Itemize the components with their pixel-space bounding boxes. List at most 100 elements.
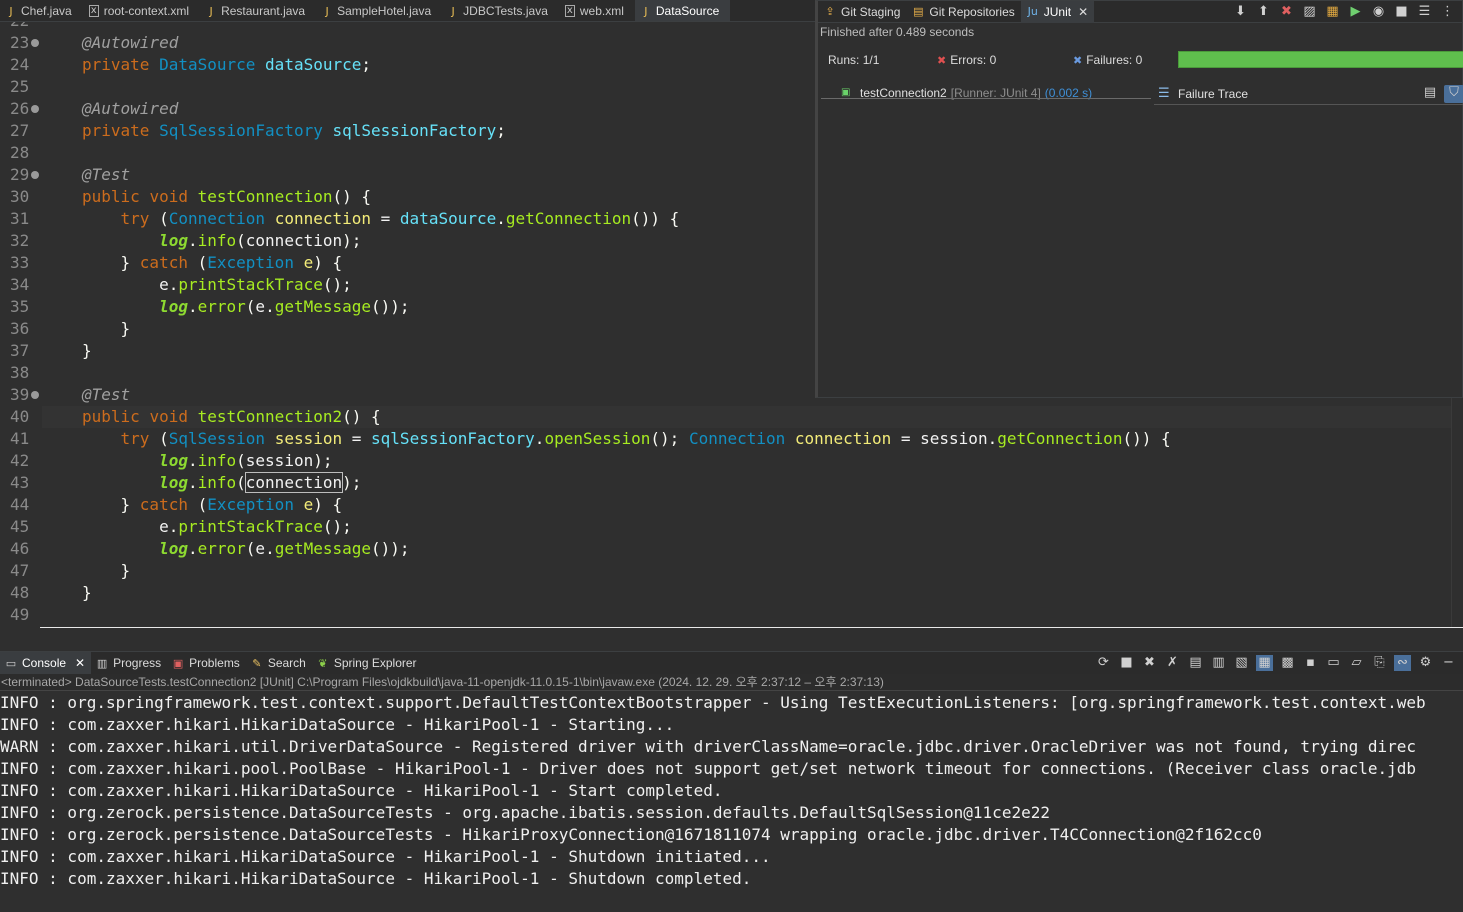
junit-tab[interactable]: ⇪ Git Staging (818, 1, 906, 23)
scroll-lock-icon[interactable]: ▦ (1324, 4, 1341, 20)
show-skipped-icon[interactable]: ▨ (1301, 4, 1318, 20)
clear-console-icon[interactable]: ▤ (1187, 655, 1204, 671)
rerun-test-icon[interactable]: ▶ (1347, 4, 1364, 20)
console-icon: ▭ (5, 656, 17, 670)
minimize-icon[interactable]: − (1440, 655, 1457, 671)
console-tab[interactable]: ✎ Search (246, 652, 312, 674)
code-line[interactable]: } (42, 318, 131, 340)
search-icon: ✎ (252, 656, 262, 670)
settings-icon[interactable]: ⚙ (1417, 655, 1434, 671)
console-tab[interactable]: ▥ Progress (91, 652, 167, 674)
close-icon[interactable]: ✕ (1078, 5, 1088, 19)
show-console-on-error-icon[interactable]: ▩ (1279, 655, 1296, 671)
editor-tab[interactable]: x web.xml (559, 0, 635, 21)
code-token: . (187, 231, 198, 250)
link-icon[interactable]: ∾ (1394, 655, 1411, 671)
pin-console-icon[interactable]: ▪ (1302, 655, 1319, 671)
line-number: 44 (0, 494, 40, 516)
fold-toggle-icon[interactable] (31, 105, 39, 113)
display-selected-console-icon[interactable]: ▭ (1325, 655, 1342, 671)
fold-toggle-icon[interactable] (31, 171, 39, 179)
stop-junit-icon[interactable]: ■ (1393, 4, 1410, 20)
editor-horizontal-scrollbar[interactable]: ◀ ▶ (40, 627, 1463, 628)
git-repositories-icon: ▤ (913, 4, 924, 18)
test-run-history-icon[interactable]: ☰ (1416, 4, 1433, 20)
editor-tab[interactable]: x root-context.xml (83, 0, 200, 21)
editor-tab[interactable]: J Restaurant.java (200, 0, 316, 21)
code-token: () { (332, 187, 371, 206)
code-line[interactable] (42, 142, 82, 164)
line-number-text: 24 (10, 55, 30, 74)
fold-toggle-icon[interactable] (31, 39, 39, 47)
code-line[interactable]: log.error(e.getMessage()); (42, 296, 410, 318)
code-line[interactable]: private DataSource dataSource; (42, 54, 371, 76)
code-line[interactable]: @Autowired (42, 32, 178, 54)
code-token: e (255, 297, 266, 316)
code-token: } (120, 561, 131, 580)
remove-launch-icon[interactable]: ✖ (1141, 655, 1158, 671)
code-line[interactable]: } catch (Exception e) { (42, 494, 343, 516)
editor-tab[interactable]: J Chef.java (0, 0, 83, 21)
next-failure-icon[interactable]: ⬇ (1232, 4, 1249, 20)
filter-stack-trace-icon[interactable]: ⛉ (1444, 85, 1463, 103)
line-number-text: 48 (10, 583, 30, 602)
show-console-on-output-icon[interactable]: ▦ (1256, 655, 1273, 671)
code-line[interactable] (42, 362, 82, 384)
code-line[interactable]: e.printStackTrace(); (42, 516, 352, 538)
code-line[interactable]: log.info(connection); (42, 230, 361, 252)
code-line[interactable]: log.info(connection); (42, 472, 361, 494)
fold-toggle-icon[interactable] (31, 391, 39, 399)
spring-explorer-icon: ❦ (318, 656, 328, 670)
code-line[interactable]: @Autowired (42, 98, 178, 120)
code-line[interactable]: } (42, 340, 92, 362)
console-tab[interactable]: ❦ Spring Explorer (312, 652, 423, 674)
junit-tab[interactable]: ▤ Git Repositories (906, 1, 1020, 23)
terminate-icon[interactable]: ■ (1118, 655, 1135, 671)
code-token: connection (244, 472, 344, 493)
console-launch-description: <terminated> DataSourceTests.testConnect… (0, 674, 1463, 691)
code-line[interactable] (42, 76, 82, 98)
rerun-failed-first-icon[interactable]: ◉ (1370, 4, 1387, 20)
copy-icon[interactable]: ⎘ (1371, 655, 1388, 671)
code-line[interactable]: public void testConnection2() { (42, 406, 1451, 428)
code-line[interactable]: } catch (Exception e) { (42, 252, 343, 274)
previous-failure-icon[interactable]: ⬆ (1255, 4, 1272, 20)
compare-results-icon[interactable]: ▤ (1420, 85, 1440, 103)
code-line[interactable]: log.info(session); (42, 450, 332, 472)
code-line[interactable] (42, 604, 82, 626)
junit-tab[interactable]: Ju JUnit ✕ (1020, 0, 1095, 23)
code-token: ( (236, 231, 246, 250)
editor-vertical-scrollbar[interactable] (1451, 396, 1463, 628)
code-line[interactable]: } (42, 582, 92, 604)
close-icon[interactable]: ✕ (75, 656, 85, 670)
editor-tab[interactable]: J SampleHotel.java (316, 0, 442, 21)
code-line[interactable]: private SqlSessionFactory sqlSessionFact… (42, 120, 506, 142)
code-line[interactable]: try (Connection connection = dataSource.… (42, 208, 680, 230)
code-line[interactable]: public void testConnection() { (42, 186, 371, 208)
line-number-text: 39 (10, 385, 30, 404)
open-console-icon[interactable]: ▱ (1348, 655, 1365, 671)
console-output[interactable]: INFO : org.springframework.test.context.… (0, 692, 1463, 912)
console-tab[interactable]: ▭ Console ✕ (0, 652, 92, 674)
code-line[interactable]: @Test (42, 384, 130, 406)
line-number-gutter: 22 23 24 25 26 27 28 29 30 31 32 33 34 35 36 37 38 39 40 41… (0, 22, 40, 628)
code-line[interactable]: } (42, 560, 131, 582)
relaunch-icon[interactable]: ⟳ (1095, 655, 1112, 671)
remove-all-terminated-icon[interactable]: ✗ (1164, 655, 1181, 671)
code-line[interactable]: try (SqlSession session = sqlSessionFact… (42, 428, 1171, 450)
code-line[interactable]: log.error(e.getMessage()); (42, 538, 410, 560)
scroll-lock-icon[interactable]: ▥ (1210, 655, 1227, 671)
editor-tab[interactable]: J DataSource (634, 0, 731, 21)
show-failures-only-icon[interactable]: ✖ (1278, 4, 1295, 20)
line-number-text: 25 (10, 77, 30, 96)
code-line[interactable] (42, 22, 82, 32)
word-wrap-icon[interactable]: ▧ (1233, 655, 1250, 671)
view-menu-icon[interactable]: ⋮ (1439, 4, 1456, 20)
editor-tab[interactable]: J JDBCTests.java (442, 0, 559, 21)
code-line[interactable]: @Test (42, 164, 130, 186)
console-tab[interactable]: ▣ Problems (167, 652, 246, 674)
code-line[interactable]: e.printStackTrace(); (42, 274, 352, 296)
